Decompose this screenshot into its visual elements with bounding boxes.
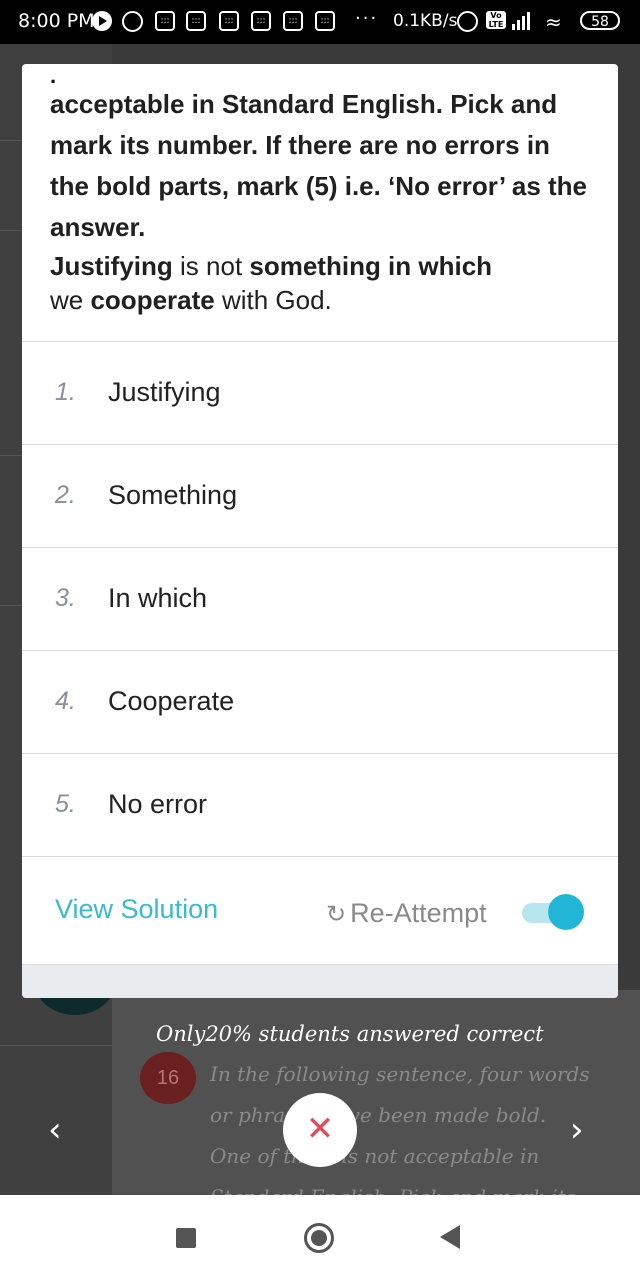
- recent-apps-icon[interactable]: [176, 1228, 196, 1248]
- modal-bottom-strip: [22, 964, 618, 998]
- system-navigation-bar: [0, 1195, 640, 1280]
- reattempt-label: Re-Attempt: [350, 898, 487, 928]
- play-icon: [92, 11, 112, 31]
- option-number: 5.: [55, 790, 76, 818]
- app-notification-icon: :::: [251, 11, 271, 31]
- divider: [0, 1045, 112, 1046]
- back-icon[interactable]: [440, 1225, 460, 1249]
- app-notification-icon: :::: [283, 11, 303, 31]
- close-button[interactable]: ✕: [283, 1093, 357, 1167]
- question-instruction: acceptable in Standard English. Pick and…: [50, 89, 587, 242]
- bold-phrase: something in which: [249, 251, 493, 281]
- status-time: 8:00 PM: [18, 10, 95, 32]
- previous-question-icon[interactable]: ‹: [48, 1110, 62, 1150]
- volte-icon: Vo LTE: [486, 11, 506, 29]
- view-solution-link[interactable]: View Solution: [55, 894, 218, 925]
- wifi-icon: ≈: [545, 10, 562, 34]
- next-question-icon[interactable]: ›: [570, 1110, 584, 1150]
- option-label: Something: [108, 480, 238, 510]
- option-label: Cooperate: [108, 686, 235, 716]
- app-notification-icon: :::: [219, 11, 239, 31]
- sentence-text: is not: [172, 251, 250, 281]
- status-bar: 8:00 PM ::: ::: ::: ::: ::: ::: ··· 0.1K…: [0, 0, 640, 44]
- reattempt-toggle[interactable]: [522, 894, 584, 931]
- home-icon[interactable]: [304, 1223, 334, 1253]
- bold-phrase: cooperate: [90, 285, 215, 315]
- network-speed: 0.1KB/s: [393, 11, 458, 31]
- question-number-badge: 16: [140, 1052, 196, 1104]
- option-label: No error: [108, 789, 208, 819]
- truncated-text-marker: .: [50, 64, 57, 88]
- sentence-text: we: [50, 285, 91, 315]
- sentence-text: with God.: [214, 285, 332, 315]
- divider: [22, 856, 618, 857]
- app-notification-icon: :::: [186, 11, 206, 31]
- app-notification-icon: :::: [155, 11, 175, 31]
- more-notifications-icon: ···: [355, 8, 379, 29]
- answer-option-2[interactable]: 2. Something: [22, 444, 618, 547]
- option-number: 3.: [55, 584, 76, 612]
- bold-phrase: Justifying: [50, 251, 173, 281]
- whatsapp-icon: [122, 11, 143, 32]
- option-number: 4.: [55, 687, 76, 715]
- question-modal: . acceptable in Standard English. Pick a…: [22, 64, 618, 998]
- toggle-thumb: [548, 894, 584, 930]
- app-notification-icon: :::: [315, 11, 335, 31]
- answer-option-4[interactable]: 4. Cooperate: [22, 650, 618, 753]
- battery-indicator: 58: [580, 11, 620, 30]
- refresh-icon: ↻: [326, 901, 347, 928]
- answer-option-3[interactable]: 3. In which: [22, 547, 618, 650]
- answer-option-1[interactable]: 1. Justifying: [22, 341, 618, 444]
- alarm-icon: [457, 11, 478, 32]
- question-sentence: Justifying is not something in which we …: [50, 249, 595, 317]
- option-label: Justifying: [108, 377, 221, 407]
- signal-icon: [512, 12, 534, 30]
- question-body: acceptable in Standard English. Pick and…: [50, 84, 595, 317]
- reattempt-button[interactable]: ↻ Re-Attempt: [326, 898, 487, 929]
- option-number: 2.: [55, 481, 76, 509]
- option-number: 1.: [55, 378, 76, 406]
- answer-option-5[interactable]: 5. No error: [22, 753, 618, 856]
- correct-answer-stat: Only20% students answered correct: [156, 1022, 544, 1046]
- option-label: In which: [108, 583, 208, 613]
